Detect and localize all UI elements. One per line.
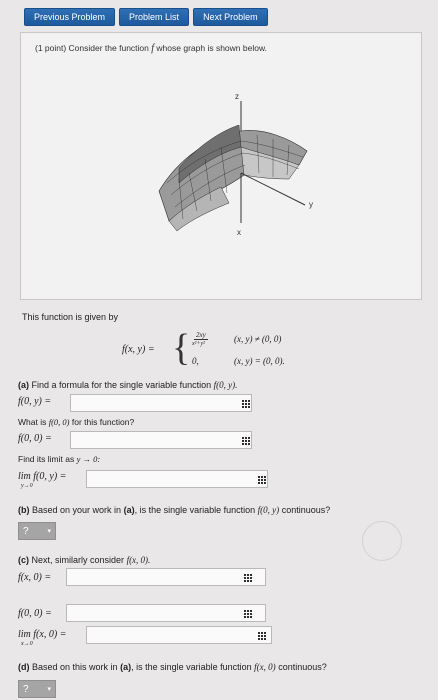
problem-navbar: Previous Problem Problem List Next Probl… <box>24 8 268 26</box>
matrix-entry-icon[interactable] <box>242 400 251 409</box>
x-axis-label: x <box>237 228 241 237</box>
f-x-0-input[interactable] <box>66 568 266 586</box>
part-c-row2-label: f(0, 0) = <box>18 608 52 619</box>
problem-statement: (1 point) Consider the function f whose … <box>20 32 422 300</box>
matrix-entry-icon[interactable] <box>258 476 267 485</box>
piecewise-definition: f(x, y) = { 2xy x²+y² (x, y) ≠ (0, 0) 0,… <box>122 327 342 374</box>
case1-condition: (x, y) ≠ (0, 0) <box>234 334 282 344</box>
definition-lead: This function is given by <box>22 312 119 322</box>
f-0-y-input[interactable] <box>70 394 252 412</box>
part-a-question3: Find its limit as y → 0: <box>18 454 101 464</box>
fraction-denominator: x²+y² <box>192 341 205 347</box>
part-a-row3-label: lim f(0, y) = <box>18 471 67 482</box>
chevron-down-icon: ▾ <box>47 686 51 693</box>
background-decoration <box>362 521 402 561</box>
surface-mesh <box>158 124 308 232</box>
f-0-0-input[interactable] <box>70 431 252 449</box>
limit-subscript: x→0 <box>21 641 33 647</box>
f-0-0-second-input[interactable] <box>66 604 266 622</box>
part-a-prompt: (a) Find a formula for the single variab… <box>18 380 238 390</box>
part-b-prompt: (b) Based on your work in (a), is the si… <box>18 505 331 515</box>
matrix-entry-icon[interactable] <box>258 632 267 641</box>
part-a-row2-label: f(0, 0) = <box>18 433 52 444</box>
matrix-entry-icon[interactable] <box>244 610 253 619</box>
case2-condition: (x, y) = (0, 0). <box>234 356 285 366</box>
problem-list-button[interactable]: Problem List <box>119 8 190 26</box>
next-problem-button[interactable]: Next Problem <box>193 8 268 26</box>
part-a-row1-label: f(0, y) = <box>18 396 52 407</box>
previous-problem-button[interactable]: Previous Problem <box>24 8 116 26</box>
limit-subscript: y→0 <box>21 483 33 489</box>
matrix-entry-icon[interactable] <box>242 437 251 446</box>
part-d-prompt: (d) Based on this work in (a), is the si… <box>18 662 327 672</box>
left-brace: { <box>172 327 191 369</box>
chevron-down-icon: ▾ <box>47 528 51 535</box>
part-d-select[interactable]: ? ▾ <box>18 680 56 698</box>
surface-plot: z y x <box>158 92 313 237</box>
part-c-row3-label: lim f(x, 0) = <box>18 629 67 640</box>
y-axis-label: y <box>309 200 313 209</box>
matrix-entry-icon[interactable] <box>244 574 253 583</box>
part-c-prompt: (c) Next, similarly consider f(x, 0). <box>18 555 151 565</box>
part-c-row1-label: f(x, 0) = <box>18 572 52 583</box>
limit-x-input[interactable] <box>86 626 272 644</box>
z-axis-label: z <box>235 92 239 101</box>
question-section: This function is given by f(x, y) = { 2x… <box>0 300 438 700</box>
definition-lhs: f(x, y) = <box>122 344 155 355</box>
fraction-numerator: 2xy <box>194 331 208 340</box>
case2-value: 0, <box>192 356 199 366</box>
part-b-select[interactable]: ? ▾ <box>18 522 56 540</box>
problem-intro: (1 point) Consider the function f whose … <box>35 43 267 54</box>
limit-y-input[interactable] <box>86 470 268 488</box>
part-a-question2: What is f(0, 0) for this function? <box>18 417 135 427</box>
surface-graph: z y x <box>149 83 319 243</box>
